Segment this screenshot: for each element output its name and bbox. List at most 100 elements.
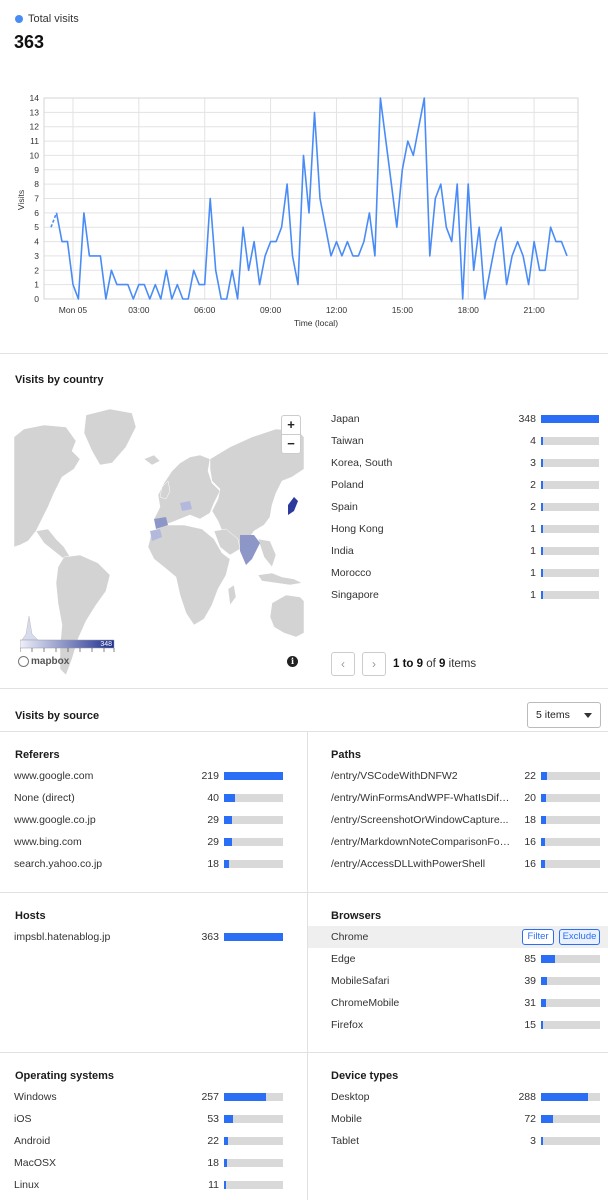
country-row-label[interactable]: Taiwan (331, 435, 491, 447)
device-type-row-value: 72 (524, 1113, 536, 1125)
country-row-label[interactable]: Korea, South (331, 457, 491, 469)
y-tick-label: 1 (34, 280, 39, 290)
country-row-label[interactable]: Japan (331, 413, 491, 425)
device-type-row-bar-fill (541, 1115, 553, 1123)
browser-filter-button[interactable]: Filter (522, 929, 554, 945)
referer-row-bar-fill (224, 816, 232, 824)
path-row-label[interactable]: /entry/ScreenshotOrWindowCapture... (331, 814, 511, 826)
map-indonesia (257, 572, 303, 586)
device-type-row-bar-track (541, 1115, 600, 1123)
os-row-bar-fill (224, 1159, 227, 1167)
section-divider (0, 1052, 608, 1053)
browser-row-label[interactable]: Firefox (331, 1019, 511, 1031)
referer-row-value: 29 (207, 814, 219, 826)
country-row-value: 1 (530, 523, 536, 535)
map-zoom-in-button[interactable]: + (281, 415, 301, 435)
path-row-label[interactable]: /entry/AccessDLLwithPowerShell (331, 858, 511, 870)
os-row-value: 22 (207, 1135, 219, 1147)
path-row-bar-track (541, 816, 600, 824)
country-row-bar-track (541, 459, 599, 467)
referer-row-label[interactable]: www.google.co.jp (14, 814, 184, 826)
browsers-title: Browsers (331, 910, 382, 922)
country-row-label[interactable]: Poland (331, 479, 491, 491)
y-tick-label: 8 (34, 179, 39, 189)
os-row-label[interactable]: Linux (14, 1179, 184, 1191)
referer-row-label[interactable]: www.google.com (14, 770, 184, 782)
y-tick-label: 10 (30, 150, 40, 160)
y-tick-label: 13 (30, 107, 40, 117)
device-type-row-label[interactable]: Tablet (331, 1135, 511, 1147)
device-types-title: Device types (331, 1070, 399, 1082)
browser-row-label[interactable]: ChromeMobile (331, 997, 511, 1009)
device-type-row-label[interactable]: Mobile (331, 1113, 511, 1125)
device-type-row-bar-track (541, 1093, 600, 1101)
paths-title: Paths (331, 749, 361, 761)
y-tick-label: 9 (34, 165, 39, 175)
browser-row-label[interactable]: Edge (331, 953, 511, 965)
map-southeast-asia (257, 538, 277, 568)
path-row-label[interactable]: /entry/WinFormsAndWPF-WhatIsDiffe... (331, 792, 511, 804)
referer-row-label[interactable]: www.bing.com (14, 836, 184, 848)
path-row-bar-track (541, 772, 600, 780)
x-tick-label: 18:00 (458, 305, 480, 315)
browser-row-bar-track (541, 977, 600, 985)
device-type-row-label[interactable]: Desktop (331, 1091, 511, 1103)
browser-row-value: 15 (524, 1019, 536, 1031)
browser-exclude-button[interactable]: Exclude (559, 929, 600, 945)
os-row-bar-track (224, 1093, 283, 1101)
country-row-bar-track (541, 415, 599, 423)
browser-row-bar-fill (541, 977, 548, 985)
map-zoom-out-button[interactable]: − (281, 434, 301, 454)
browser-row-bar-track (541, 1021, 600, 1029)
y-tick-label: 3 (34, 251, 39, 261)
os-row-label[interactable]: Windows (14, 1091, 184, 1103)
referer-row-bar-fill (224, 772, 283, 780)
referer-row-value: 18 (207, 858, 219, 870)
pager-next-button[interactable]: › (362, 652, 386, 676)
browser-row-bar-fill (541, 999, 546, 1007)
pager-prev-button[interactable]: ‹ (331, 652, 355, 676)
items-count-select[interactable]: 5 items (527, 702, 601, 728)
y-tick-label: 7 (34, 194, 39, 204)
country-row-label[interactable]: Morocco (331, 567, 491, 579)
os-row-label[interactable]: MacOSX (14, 1157, 184, 1169)
path-row-label[interactable]: /entry/MarkdownNoteComparisonFor... (331, 836, 511, 848)
map-australia (269, 594, 304, 638)
country-row-value: 2 (530, 501, 536, 513)
os-row-bar-fill (224, 1115, 233, 1123)
host-row-label[interactable]: impsbl.hatenablog.jp (14, 931, 184, 943)
source-section-title: Visits by source (15, 710, 100, 722)
section-divider (0, 731, 608, 732)
mapbox-logo[interactable]: mapbox (18, 656, 69, 670)
column-divider (307, 731, 308, 1200)
os-title: Operating systems (15, 1070, 115, 1082)
y-tick-label: 6 (34, 208, 39, 218)
country-row-label[interactable]: Hong Kong (331, 523, 491, 535)
path-row-value: 18 (524, 814, 536, 826)
y-tick-label: 5 (34, 222, 39, 232)
referer-row-bar-track (224, 772, 283, 780)
path-row-bar-track (541, 860, 600, 868)
map-madagascar (227, 584, 237, 606)
visits-line-chart[interactable]: 01234567891011121314Mon 05 03:00 06:00 09:0… (0, 80, 608, 340)
country-row-label[interactable]: Spain (331, 501, 491, 513)
total-visits-legend-label[interactable]: Total visits (28, 13, 79, 25)
country-row-label[interactable]: India (331, 545, 491, 557)
browser-row-bar-fill (541, 955, 555, 963)
referer-row-label[interactable]: None (direct) (14, 792, 184, 804)
browser-row-label[interactable]: Chrome (331, 931, 511, 943)
referer-row-bar-track (224, 816, 283, 824)
country-row-bar-track (541, 525, 599, 533)
country-row-bar-track (541, 569, 599, 577)
referer-row-label[interactable]: search.yahoo.co.jp (14, 858, 184, 870)
map-info-icon[interactable]: i (287, 656, 298, 667)
os-row-label[interactable]: Android (14, 1135, 184, 1147)
country-row-label[interactable]: Singapore (331, 589, 491, 601)
hosts-title: Hosts (15, 910, 46, 922)
map-country-japan (288, 497, 298, 515)
os-row-label[interactable]: iOS (14, 1113, 184, 1125)
country-row-value: 2 (530, 479, 536, 491)
path-row-bar-track (541, 838, 600, 846)
browser-row-label[interactable]: MobileSafari (331, 975, 511, 987)
path-row-label[interactable]: /entry/VSCodeWithDNFW2 (331, 770, 511, 782)
